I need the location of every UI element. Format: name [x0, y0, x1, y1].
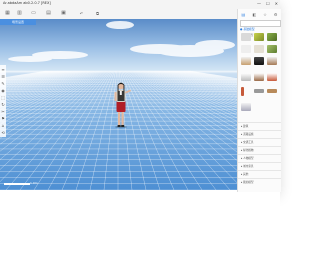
model-search[interactable]	[240, 20, 281, 38]
settings-icon[interactable]: ⚙	[274, 12, 278, 17]
list-item[interactable]: ▸ 绿化植物	[238, 146, 281, 154]
layers-icon[interactable]: ◧	[252, 12, 256, 17]
list-item[interactable]: ▸ 交通工具	[238, 138, 281, 146]
list-item[interactable]: ▸ 人物模型	[238, 154, 281, 162]
close-button[interactable]: ✕	[275, 1, 278, 6]
list-item[interactable]: ▸ 其他	[238, 170, 281, 178]
model-thumb[interactable]	[254, 45, 264, 53]
list-item[interactable]: ▸ 建筑	[238, 122, 281, 130]
model-thumbnails	[240, 33, 279, 119]
home-tool-icon[interactable]: ⌂	[2, 123, 5, 128]
list-item[interactable]: ▸ 城市家具	[238, 162, 281, 170]
panel-tabs: ▤ ◧ ☆ ⚙	[238, 9, 281, 19]
model-thumb[interactable]	[241, 87, 244, 96]
title-bar: Ar.abdaAm ab0.2.0.7 [REX] — ☐ ✕	[0, 0, 280, 9]
select-tool-icon[interactable]: ⬚	[1, 95, 5, 100]
model-thumb[interactable]	[267, 73, 277, 81]
category-label: ● 基础模型	[240, 27, 255, 31]
model-thumb[interactable]	[254, 89, 264, 93]
minimize-button[interactable]: —	[257, 1, 261, 6]
edit-tool-icon[interactable]: ✎	[1, 81, 4, 86]
model-thumb[interactable]	[241, 73, 251, 81]
model-thumb[interactable]	[241, 33, 251, 41]
barcode-icon[interactable]: ▥	[15, 10, 24, 17]
model-thumb[interactable]	[267, 89, 277, 93]
model-thumb[interactable]	[241, 57, 251, 65]
save-icon[interactable]: ▤	[45, 10, 52, 17]
window-title: Ar.abdaAm ab0.2.0.7 [REX]	[3, 1, 51, 5]
folder-icon[interactable]: ▭	[30, 10, 37, 17]
undo-icon[interactable]: ↶	[78, 10, 85, 17]
model-thumb[interactable]	[267, 57, 277, 65]
window-controls: — ☐ ✕	[257, 1, 278, 6]
rotate-tool-icon[interactable]: ↻	[1, 102, 4, 107]
left-toolbar: ≡ ☰ ✎ ◉ ⬚ ↻ ✂ ⚑ ⌂ ⟲	[0, 65, 6, 137]
menu-tool-icon[interactable]: ≡	[1, 67, 4, 72]
model-library-panel: ▤ ◧ ☆ ⚙ ● 基础模型 ▸ 建筑	[237, 9, 281, 192]
scene-canvas	[0, 19, 237, 190]
model-thumb[interactable]	[254, 57, 264, 65]
3d-viewport[interactable]	[0, 19, 237, 190]
toolbar: ▦ ▥ ▭ ▤ ▣ ↶ ⧉	[0, 9, 237, 19]
list-icon[interactable]: ▤	[242, 12, 246, 17]
model-thumb[interactable]	[241, 103, 251, 111]
model-thumb[interactable]	[254, 73, 264, 81]
model-thumb[interactable]	[254, 33, 264, 41]
star-icon[interactable]: ☆	[263, 12, 267, 17]
model-thumb[interactable]	[267, 33, 277, 41]
cut-tool-icon[interactable]: ✂	[1, 109, 4, 114]
image-icon[interactable]: ▣	[60, 10, 67, 17]
reset-tool-icon[interactable]: ⟲	[1, 130, 4, 135]
flag-tool-icon[interactable]: ⚑	[1, 116, 5, 121]
maximize-button[interactable]: ☐	[266, 1, 270, 6]
list-item[interactable]: ▸ 道路设施	[238, 130, 281, 138]
desktop-background	[0, 192, 280, 270]
target-tool-icon[interactable]: ◉	[1, 88, 5, 93]
list-item[interactable]: ▸ 我的模型	[238, 178, 281, 186]
category-list: ▸ 建筑 ▸ 道路设施 ▸ 交通工具 ▸ 绿化植物 ▸ 人物模型 ▸ 城市家具 …	[238, 122, 281, 186]
grid-icon[interactable]: ▦	[4, 10, 11, 17]
scale-bar	[4, 183, 30, 185]
scale-label: 1.0m	[30, 181, 38, 185]
list-tool-icon[interactable]: ☰	[1, 74, 5, 79]
app-window: Ar.abdaAm ab0.2.0.7 [REX] — ☐ ✕ ▦ ▥ ▭ ▤ …	[0, 0, 281, 192]
redo-icon[interactable]: ⧉	[94, 10, 101, 17]
model-thumb[interactable]	[241, 45, 251, 53]
model-thumb[interactable]	[267, 45, 277, 53]
tab-scene-settings[interactable]: 场景设置	[0, 19, 36, 25]
